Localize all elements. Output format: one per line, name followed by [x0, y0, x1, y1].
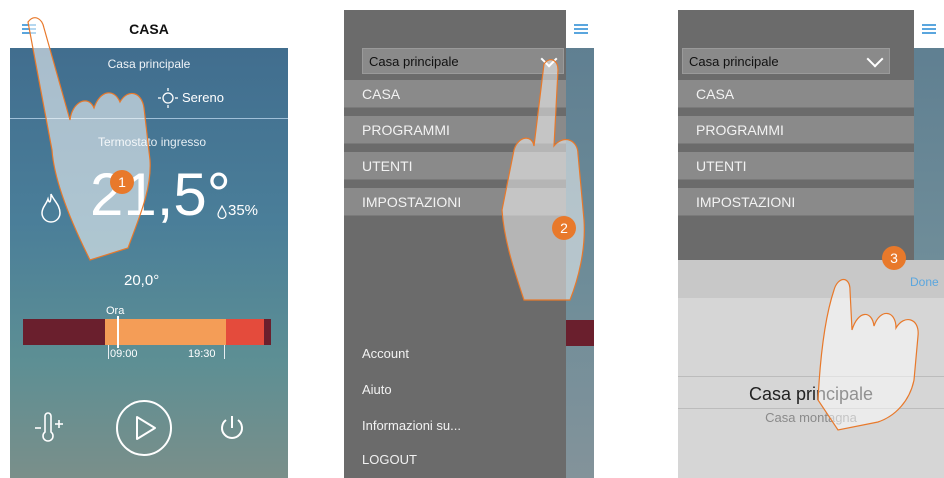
schedule-segment-comfort [105, 319, 226, 345]
menu-screen: Casa principale CASA PROGRAMMI UTENTI IM… [344, 10, 594, 478]
humidity-value: 35% [228, 202, 259, 219]
menu-item-logout[interactable]: LOGOUT [362, 452, 417, 467]
power-icon[interactable] [218, 414, 246, 442]
menu-item-aiuto[interactable]: Aiuto [362, 382, 392, 397]
divider [10, 118, 288, 119]
drop-icon [217, 205, 227, 219]
tick-end [224, 345, 225, 359]
time-start: 09:00 [110, 348, 138, 360]
menu-item-label: UTENTI [362, 158, 413, 174]
menu-item-label: IMPOSTAZIONI [696, 194, 796, 210]
picker-option[interactable]: Casa montagna [678, 410, 944, 425]
background-peek [566, 10, 594, 478]
play-icon [136, 416, 156, 440]
menu-item-info[interactable]: Informazioni su... [362, 418, 461, 433]
background-timebar [566, 320, 594, 346]
menu-icon[interactable] [922, 24, 936, 34]
thermostat-name[interactable]: Termostato ingresso [98, 135, 206, 149]
now-marker [117, 316, 119, 348]
home-picker-screen: Casa principale CASA PROGRAMMI UTENTI IM… [678, 10, 944, 478]
time-end: 19:30 [188, 348, 216, 360]
menu-item-casa[interactable]: CASA [344, 80, 566, 108]
setpoint-temperature: 20,0° [124, 272, 160, 289]
menu-item-utenti[interactable]: UTENTI [344, 152, 566, 180]
tick-start [108, 345, 109, 359]
step-badge-1: 1 [110, 170, 134, 194]
menu-item-label: CASA [696, 86, 735, 102]
menu-item-programmi[interactable]: PROGRAMMI [344, 116, 566, 144]
menu-icon[interactable] [574, 24, 588, 34]
menu-item-label: CASA [362, 86, 401, 102]
step-badge-3: 3 [882, 246, 906, 270]
now-label: Ora [106, 305, 125, 317]
sun-icon [158, 88, 178, 108]
current-temperature: 21,5° [90, 161, 231, 228]
play-button[interactable] [116, 400, 172, 456]
done-button[interactable]: Done [910, 275, 939, 289]
menu-item-account[interactable]: Account [362, 346, 409, 361]
step-badge-2: 2 [552, 216, 576, 240]
top-bar: CASA [10, 10, 288, 48]
thermometer-plus-icon[interactable] [34, 412, 64, 444]
menu-item-label: IMPOSTAZIONI [362, 194, 462, 210]
background-topbar [914, 10, 944, 48]
menu-item-casa[interactable]: CASA [678, 80, 914, 108]
dropdown-value: Casa principale [369, 54, 459, 69]
menu-item-impostazioni[interactable]: IMPOSTAZIONI [344, 188, 566, 216]
weather-label: Sereno [182, 90, 224, 105]
picker-selection-line [678, 408, 944, 409]
menu-item-programmi[interactable]: PROGRAMMI [678, 116, 914, 144]
dropdown-value: Casa principale [689, 54, 779, 69]
menu-item-label: PROGRAMMI [362, 122, 450, 138]
home-dropdown[interactable]: Casa principale [362, 48, 564, 74]
flame-icon [41, 193, 61, 223]
schedule-segment-high [226, 319, 264, 345]
chevron-down-icon[interactable] [866, 50, 884, 68]
menu-item-impostazioni[interactable]: IMPOSTAZIONI [678, 188, 914, 216]
home-name: Casa principale [107, 57, 191, 71]
menu-item-utenti[interactable]: UTENTI [678, 152, 914, 180]
picker-toolbar [678, 260, 944, 298]
menu-item-label: UTENTI [696, 158, 747, 174]
home-screen: CASA Casa principale Sereno Termostato i… [10, 10, 288, 478]
picker-selection-line [678, 376, 944, 377]
chevron-down-icon[interactable] [540, 50, 558, 68]
menu-item-label: PROGRAMMI [696, 122, 784, 138]
background-topbar [566, 10, 594, 48]
app-title: CASA [129, 21, 169, 37]
home-dropdown[interactable]: Casa principale [682, 48, 890, 74]
picker-option-selected[interactable]: Casa principale [678, 384, 944, 405]
